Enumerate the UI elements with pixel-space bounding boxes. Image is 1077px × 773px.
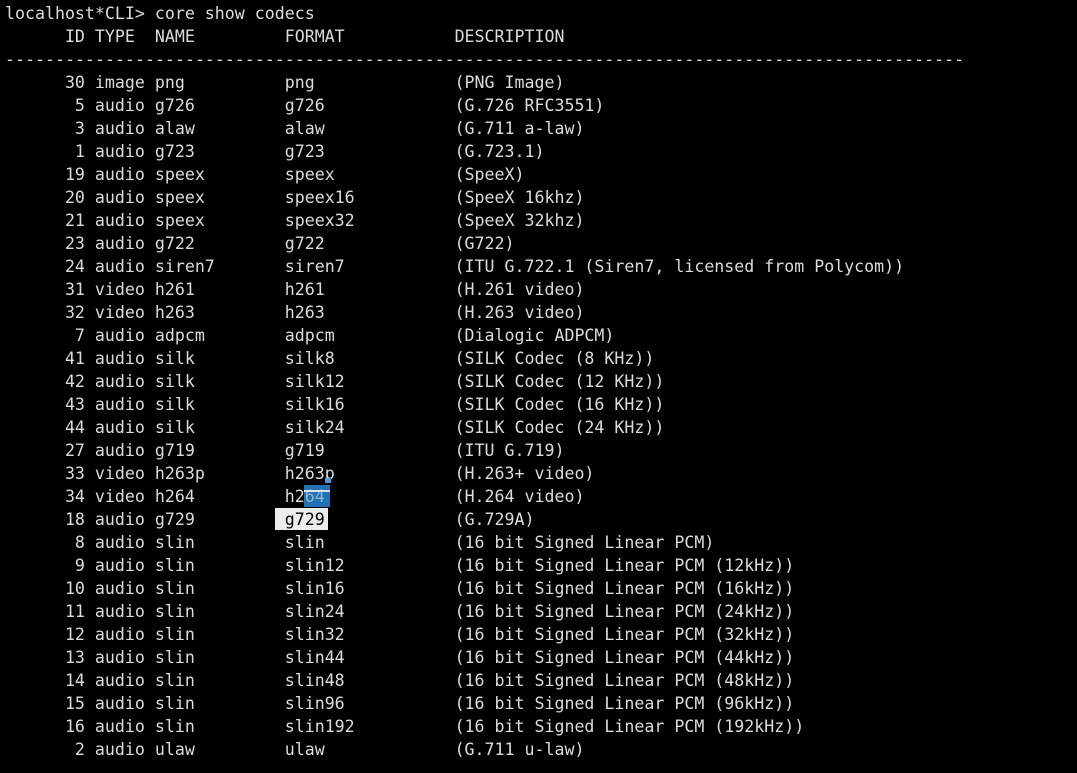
codec-row-h263: 32 video h263 h263 (H.263 video) bbox=[5, 301, 1077, 324]
selected-text: 64 bbox=[303, 485, 330, 507]
codec-row-text: 16 audio slin slin192 (16 bit Signed Lin… bbox=[5, 717, 805, 736]
codec-row-silk8: 41 audio silk silk8 (SILK Codec (8 KHz)) bbox=[5, 347, 1077, 370]
cli-prompt-line: localhost*CLI> core show codecs bbox=[5, 2, 1077, 25]
codec-row-text: 13 audio slin slin44 (16 bit Signed Line… bbox=[5, 648, 795, 667]
codec-row-text: 19 audio speex speex (SpeeX) bbox=[5, 165, 525, 184]
codec-row-h264: 34 video h264 h264 (H.264 video) bbox=[5, 485, 1077, 508]
codec-row-text: 30 image png png (PNG Image) bbox=[5, 73, 565, 92]
codec-row-text: 32 video h263 h263 (H.263 video) bbox=[5, 303, 585, 322]
codec-row-text: (G.729A) bbox=[324, 510, 535, 529]
cli-prompt: localhost*CLI> bbox=[5, 4, 155, 23]
codec-table: 30 image png png (PNG Image) 5 audio g72… bbox=[5, 71, 1077, 761]
codec-row-text: 21 audio speex speex32 (SpeeX 32khz) bbox=[5, 211, 585, 230]
codec-row-silk12: 42 audio silk silk12 (SILK Codec (12 KHz… bbox=[5, 370, 1077, 393]
codec-row-g729: 18 audio g729 g729 (G.729A) bbox=[5, 508, 1077, 531]
codec-row-speex: 19 audio speex speex (SpeeX) bbox=[5, 163, 1077, 186]
codec-row-text: 5 audio g726 g726 (G.726 RFC3551) bbox=[5, 96, 605, 115]
codec-row-g719: 27 audio g719 g719 (ITU G.719) bbox=[5, 439, 1077, 462]
codec-row-slin48: 14 audio slin slin48 (16 bit Signed Line… bbox=[5, 669, 1077, 692]
codec-row-text: 2 audio ulaw ulaw (G.711 u-law) bbox=[5, 740, 585, 759]
codec-row-text: (H.264 video) bbox=[324, 487, 585, 506]
codec-row-slin24: 11 audio slin slin24 (16 bit Signed Line… bbox=[5, 600, 1077, 623]
codec-row-speex32: 21 audio speex speex32 (SpeeX 32khz) bbox=[5, 209, 1077, 232]
codec-row-text: 42 audio silk silk12 (SILK Codec (12 KHz… bbox=[5, 372, 665, 391]
codec-row-slin16: 10 audio slin slin16 (16 bit Signed Line… bbox=[5, 577, 1077, 600]
codec-row-text: 43 audio silk silk16 (SILK Codec (16 KHz… bbox=[5, 395, 665, 414]
codec-row-text: 24 audio siren7 siren7 (ITU G.722.1 (Sir… bbox=[5, 257, 905, 276]
codec-row-slin96: 15 audio slin slin96 (16 bit Signed Line… bbox=[5, 692, 1077, 715]
codec-row-slin12: 9 audio slin slin12 (16 bit Signed Linea… bbox=[5, 554, 1077, 577]
codec-row-text: 27 audio g719 g719 (ITU G.719) bbox=[5, 441, 565, 460]
codec-row-alaw: 3 audio alaw alaw (G.711 a-law) bbox=[5, 117, 1077, 140]
codec-row-text: 8 audio slin slin (16 bit Signed Linear … bbox=[5, 533, 715, 552]
codec-row-g726: 5 audio g726 g726 (G.726 RFC3551) bbox=[5, 94, 1077, 117]
codec-row-siren7: 24 audio siren7 siren7 (ITU G.722.1 (Sir… bbox=[5, 255, 1077, 278]
codec-row-text: 9 audio slin slin12 (16 bit Signed Linea… bbox=[5, 556, 795, 575]
codec-row-text: 3 audio alaw alaw (G.711 a-law) bbox=[5, 119, 585, 138]
codec-row-text: 23 audio g722 g722 (G722) bbox=[5, 234, 515, 253]
codec-row-text: 12 audio slin slin32 (16 bit Signed Line… bbox=[5, 625, 795, 644]
codec-row-text: 41 audio silk silk8 (SILK Codec (8 KHz)) bbox=[5, 349, 655, 368]
codec-row-slin44: 13 audio slin slin44 (16 bit Signed Line… bbox=[5, 646, 1077, 669]
table-separator: ----------------------------------------… bbox=[5, 50, 965, 69]
codec-row-png: 30 image png png (PNG Image) bbox=[5, 71, 1077, 94]
codec-row-slin32: 12 audio slin slin32 (16 bit Signed Line… bbox=[5, 623, 1077, 646]
codec-row-text: 44 audio silk silk24 (SILK Codec (24 KHz… bbox=[5, 418, 665, 437]
codec-row-slin192: 16 audio slin slin192 (16 bit Signed Lin… bbox=[5, 715, 1077, 738]
codec-row-ulaw: 2 audio ulaw ulaw (G.711 u-law) bbox=[5, 738, 1077, 761]
codec-row-text: 14 audio slin slin48 (16 bit Signed Line… bbox=[5, 671, 795, 690]
codec-row-speex16: 20 audio speex speex16 (SpeeX 16khz) bbox=[5, 186, 1077, 209]
codec-row-g722: 23 audio g722 g722 (G722) bbox=[5, 232, 1077, 255]
codec-row-silk24: 44 audio silk silk24 (SILK Codec (24 KHz… bbox=[5, 416, 1077, 439]
codec-row-text: 11 audio slin slin24 (16 bit Signed Line… bbox=[5, 602, 795, 621]
codec-row-adpcm: 7 audio adpcm adpcm (Dialogic ADPCM) bbox=[5, 324, 1077, 347]
codec-row-text: 33 video h263p h263p (H.263+ video) bbox=[5, 464, 595, 483]
search-match-text: g729 bbox=[274, 508, 328, 530]
codec-row-silk16: 43 audio silk silk16 (SILK Codec (16 KHz… bbox=[5, 393, 1077, 416]
codec-row-slin: 8 audio slin slin (16 bit Signed Linear … bbox=[5, 531, 1077, 554]
codec-row-text: 34 video h264 h2 bbox=[5, 487, 305, 506]
codec-row-text: 10 audio slin slin16 (16 bit Signed Line… bbox=[5, 579, 795, 598]
codec-row-text: 18 audio g729 bbox=[5, 510, 275, 529]
codec-row-g723: 1 audio g723 g723 (G.723.1) bbox=[5, 140, 1077, 163]
codec-row-text: 7 audio adpcm adpcm (Dialogic ADPCM) bbox=[5, 326, 615, 345]
codec-row-text: 1 audio g723 g723 (G.723.1) bbox=[5, 142, 545, 161]
codec-row-text: 15 audio slin slin96 (16 bit Signed Line… bbox=[5, 694, 795, 713]
codec-row-text: 31 video h261 h261 (H.261 video) bbox=[5, 280, 585, 299]
terminal-screen[interactable]: localhost*CLI> core show codecs ID TYPE … bbox=[0, 0, 1077, 773]
codec-row-h261: 31 video h261 h261 (H.261 video) bbox=[5, 278, 1077, 301]
codec-row-text: 20 audio speex speex16 (SpeeX 16khz) bbox=[5, 188, 585, 207]
cli-command: core show codecs bbox=[154, 4, 315, 23]
codec-row-h263p: 33 video h263p h263p (H.263+ video) bbox=[5, 462, 1077, 485]
table-header: ID TYPE NAME FORMAT DESCRIPTION bbox=[5, 27, 565, 46]
